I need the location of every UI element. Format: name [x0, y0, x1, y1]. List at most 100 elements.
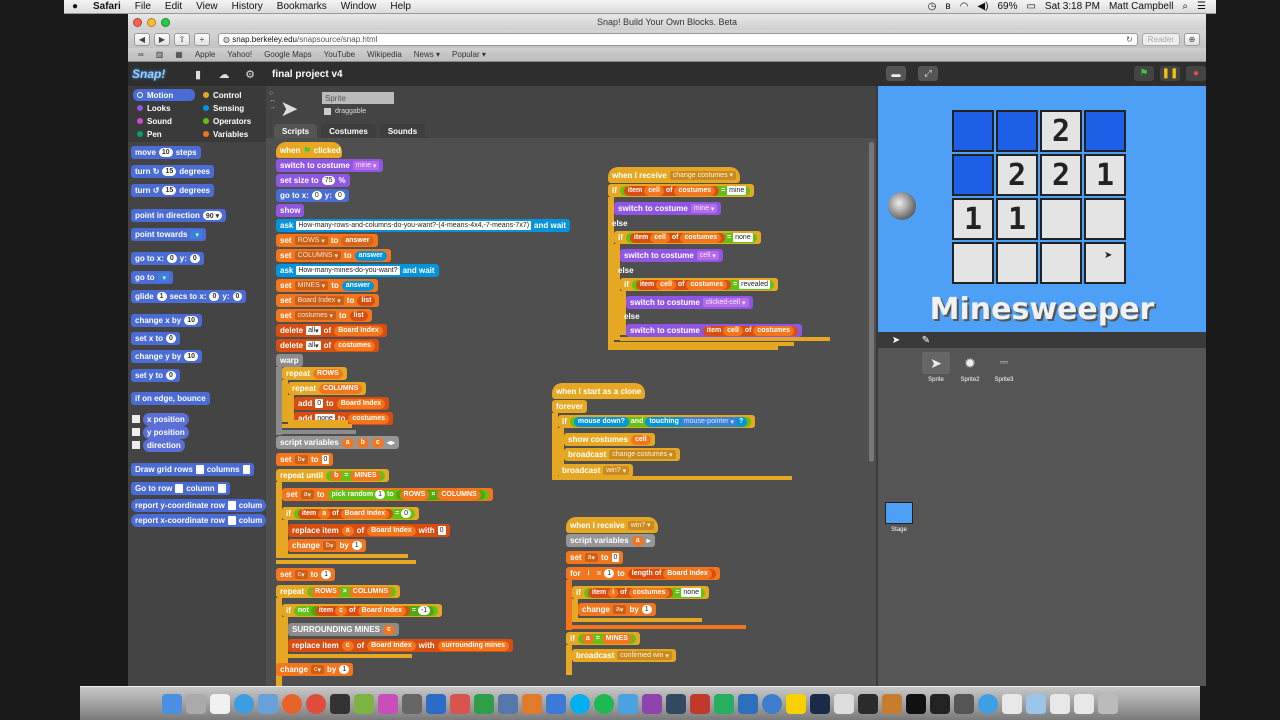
block-set-board-index[interactable]: set Board Index ▾ to list [276, 294, 380, 307]
bookmark-popular[interactable]: Popular ▾ [452, 50, 486, 59]
menu-app[interactable]: Safari [86, 1, 128, 12]
top-sites-icon[interactable]: ▦ [175, 50, 183, 59]
address-bar[interactable]: ◍ snap.berkeley.edu /snapsource/snap.htm… [218, 32, 1138, 46]
green-flag-icon[interactable]: ⚑ [1134, 66, 1154, 81]
bookmark-wikipedia[interactable]: Wikipedia [367, 50, 402, 59]
block-script-variables[interactable]: script variables a b c ◂▸ [276, 436, 399, 449]
block-surrounding-mines[interactable]: SURROUNDING MINES c [288, 623, 399, 636]
block-if-not-mine[interactable]: if not item c of Board Index = -1 [282, 604, 443, 617]
time-machine-icon[interactable]: ◷ [928, 1, 937, 12]
launchpad-icon[interactable] [186, 693, 206, 714]
block-switch-item-cell[interactable]: switch to costume item cell of costumes [626, 324, 803, 337]
bookmark-apple[interactable]: Apple [195, 50, 215, 59]
app-icon-8[interactable] [642, 693, 662, 714]
block-turn-cw[interactable]: turn ↻ 15 degrees [131, 165, 214, 178]
block-if-mine[interactable]: if item cell of costumes = mine [608, 184, 755, 197]
block-glide[interactable]: glide 1 secs to x: 0 y: 0 [131, 290, 247, 303]
bookmark-google-maps[interactable]: Google Maps [264, 50, 312, 59]
app-icon-4[interactable] [498, 693, 518, 714]
board-cell-hidden[interactable] [996, 110, 1038, 152]
itunes-icon[interactable] [330, 693, 350, 714]
cloud-icon[interactable]: ☁ [214, 66, 234, 82]
clock[interactable]: Sat 3:18 PM [1045, 1, 1100, 12]
add-turtle-sprite-icon[interactable]: ➤ [886, 334, 906, 346]
app-icon-15[interactable] [834, 693, 854, 714]
tab-scripts[interactable]: Scripts [274, 124, 318, 138]
block-repeat-columns[interactable]: repeat COLUMNS [288, 382, 367, 395]
finder-icon[interactable] [162, 693, 182, 714]
forward-button[interactable]: ▶ [154, 32, 170, 46]
category-motion[interactable]: Motion [133, 89, 195, 101]
tab-costumes[interactable]: Costumes [321, 124, 376, 138]
app-icon-2[interactable] [378, 693, 398, 714]
category-sound[interactable]: Sound [133, 115, 195, 127]
tab-sounds[interactable]: Sounds [379, 124, 426, 138]
block-point-towards[interactable]: point towards ▾ [131, 228, 206, 241]
block-set-columns[interactable]: set COLUMNS ▾ to answer [276, 249, 391, 262]
block-ask-mines[interactable]: ask How-many-mines-do-you-want? and wait [276, 264, 439, 277]
paint-brush-icon[interactable]: ✎ [916, 334, 936, 346]
board-cell-number[interactable]: 2 [1040, 110, 1082, 152]
block-bounce[interactable]: if on edge, bounce [131, 392, 210, 405]
document-icon-3[interactable] [1074, 693, 1094, 714]
reader-button[interactable]: Reader [1141, 32, 1180, 46]
block-if-a-mines[interactable]: if a = MINES [566, 632, 640, 645]
board-cell-empty[interactable] [1040, 242, 1082, 284]
menu-view[interactable]: View [189, 1, 225, 12]
folder-icon[interactable] [1026, 693, 1046, 714]
block-set-size[interactable]: set size to 75% [276, 174, 350, 187]
block-if-none[interactable]: if item cell of costumes = none [614, 231, 761, 244]
block-replace-item[interactable]: replace item a of Board Index with 0 [288, 524, 450, 537]
board-cell-number[interactable]: 2 [1040, 154, 1082, 196]
board-cell-hidden[interactable] [952, 154, 994, 196]
corral-sprite2[interactable]: ✹ Sprite2 [954, 352, 986, 384]
category-sensing[interactable]: Sensing [199, 102, 261, 114]
app-icon-6[interactable] [546, 693, 566, 714]
scripts-scrollbar[interactable] [869, 142, 874, 462]
stop-icon[interactable]: ● [1186, 66, 1206, 81]
bluetooth-icon[interactable]: ʙ [945, 1, 950, 12]
corral-stage[interactable]: Stage [884, 502, 914, 533]
wifi-icon[interactable]: ◠ [960, 1, 969, 12]
apple-menu-icon[interactable]: ● [64, 1, 86, 12]
category-control[interactable]: Control [199, 89, 261, 101]
x-position-checkbox[interactable] [132, 415, 140, 423]
app-icon-12[interactable] [762, 693, 782, 714]
spotify-icon[interactable] [594, 693, 614, 714]
downloads-button[interactable]: ⊕ [1184, 32, 1200, 46]
y-position-checkbox[interactable] [132, 428, 140, 436]
block-set-rows[interactable]: set ROWS ▾ to answer [276, 234, 378, 247]
block-show[interactable]: show [276, 204, 305, 217]
board-cell-empty[interactable] [952, 242, 994, 284]
block-draw-grid[interactable]: Draw grid rows columns [131, 463, 255, 476]
menu-file[interactable]: File [128, 1, 158, 12]
block-change-y[interactable]: change y by 10 [131, 350, 203, 363]
block-set-x[interactable]: set x to 0 [131, 332, 180, 345]
block-switch-clicked-cell[interactable]: switch to costume clicked-cell ▾ [626, 296, 753, 309]
corral-sprite3[interactable]: ≈≈≈ Sprite3 [988, 352, 1020, 383]
category-variables[interactable]: Variables [199, 128, 261, 140]
block-repeat-until[interactable]: repeat until b = MINES [276, 469, 389, 482]
app-icon-9[interactable] [666, 693, 686, 714]
app-icon-16[interactable] [858, 693, 878, 714]
block-point-direction[interactable]: point in direction 90 ▾ [131, 209, 227, 222]
app-icon-7[interactable] [618, 693, 638, 714]
battery-percent[interactable]: 69% [997, 1, 1017, 12]
block-replace-surrounding[interactable]: replace item c of Board Index with surroundin… [288, 639, 514, 652]
board-cell-empty[interactable] [996, 242, 1038, 284]
draggable-checkbox[interactable]: draggable [324, 108, 366, 115]
block-set-a-random[interactable]: set a ▾ to pick random 1 to ROWS × COLUMNS [282, 488, 493, 501]
block-goto-xy[interactable]: go to x: 0 y: 0 [131, 252, 204, 265]
excel-icon[interactable] [474, 693, 494, 714]
activity-monitor-icon[interactable] [930, 693, 950, 714]
block-goto[interactable]: go to ▾ [131, 271, 174, 284]
block-move[interactable]: move 10 steps [131, 146, 201, 159]
block-for-i[interactable]: for i = 1 to length of Board Index [566, 567, 720, 580]
hat-when-receive-win[interactable]: when I receive win? ▾ [566, 517, 658, 533]
bookmark-youtube[interactable]: YouTube [324, 50, 355, 59]
trash-icon[interactable] [1098, 693, 1118, 714]
block-warp[interactable]: warp [276, 354, 303, 367]
normal-stage-button[interactable]: ▬ [886, 66, 906, 81]
block-change-x[interactable]: change x by 10 [131, 314, 203, 327]
calendar-icon[interactable] [210, 693, 230, 714]
